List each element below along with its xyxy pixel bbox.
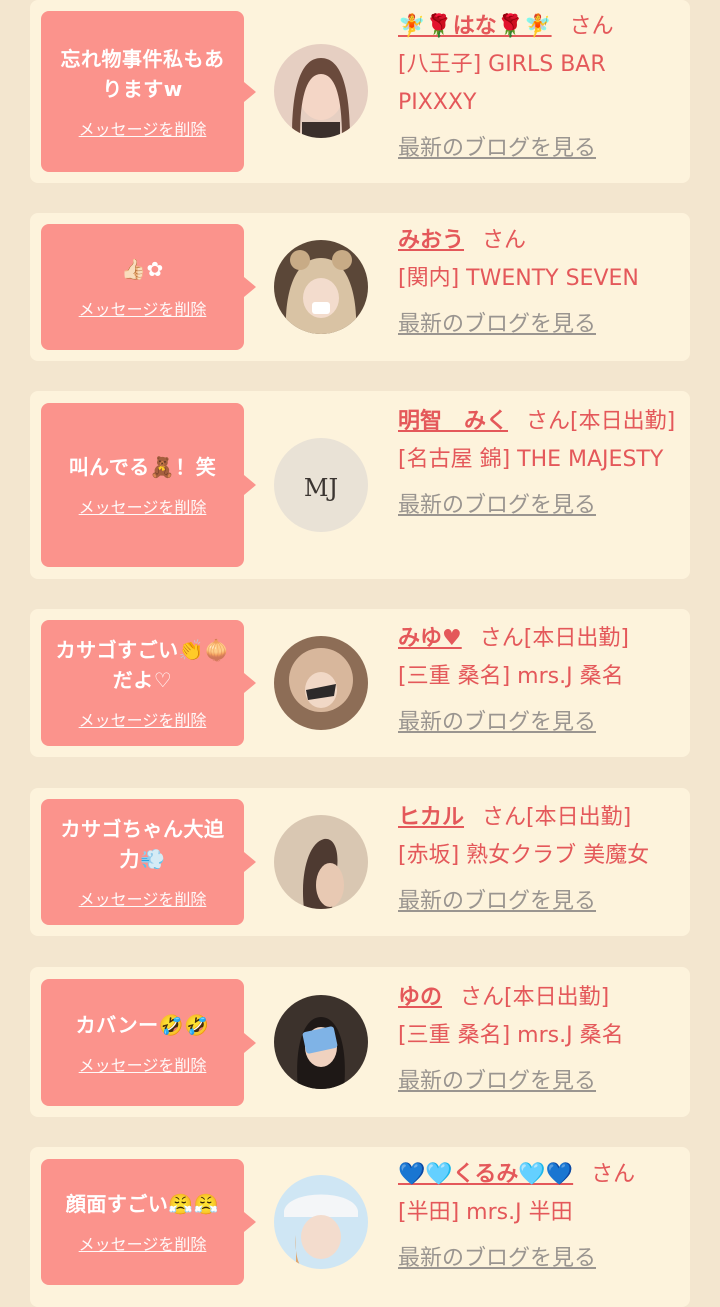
message-text: 叫んでる🧸！笑 — [68, 455, 217, 479]
girl-info: 明智 みく さん[本日出勤] [名古屋 錦] THE MAJESTY 最新のブログ… — [398, 403, 684, 525]
name-suffix: さん — [591, 1162, 636, 1187]
girl-info: 🧚🌹はな🌹🧚 さん [八王子] GIRLS BAR PIXXXY 最新のブログを見… — [398, 8, 684, 168]
avatar[interactable] — [274, 1175, 368, 1269]
message-bubble: 👍🏻✿ メッセージを削除 — [41, 224, 256, 350]
latest-blog-link[interactable]: 最新のブログを見る — [398, 487, 596, 525]
shop-name: [三重 桑名] mrs.J 桑名 — [398, 1023, 624, 1048]
shop-name: [赤坂] 熟女クラブ 美魔女 — [398, 843, 650, 868]
latest-blog-link[interactable]: 最新のブログを見る — [398, 704, 596, 742]
delete-message-link[interactable]: メッセージを削除 — [79, 296, 207, 320]
name-suffix: さん — [482, 228, 527, 253]
message-card: カバンー🤣🤣 メッセージを削除 ゆの さん[本日出勤] [三重 桑名] mrs.J… — [30, 967, 690, 1117]
avatar[interactable] — [274, 44, 368, 138]
avatar[interactable] — [274, 995, 368, 1089]
girl-name-link[interactable]: 明智 みく — [398, 409, 508, 434]
message-card: 👍🏻✿ メッセージを削除 みおう さん [関内] TWENTY SEVEN 最新の… — [30, 213, 690, 361]
name-suffix: さん[本日出勤] — [479, 626, 629, 651]
avatar[interactable] — [274, 815, 368, 909]
avatar[interactable]: MJ — [274, 438, 368, 532]
delete-message-link[interactable]: メッセージを削除 — [79, 494, 207, 518]
avatar[interactable] — [274, 636, 368, 730]
girl-name-link[interactable]: ゆの — [398, 985, 442, 1010]
message-bubble: 叫んでる🧸！笑 メッセージを削除 — [41, 403, 256, 567]
name-suffix: さん — [569, 14, 614, 39]
message-text: カサゴちゃん大迫力💨 — [60, 817, 225, 871]
latest-blog-link[interactable]: 最新のブログを見る — [398, 1240, 596, 1278]
delete-message-link[interactable]: メッセージを削除 — [79, 886, 207, 910]
shop-name: [八王子] GIRLS BAR PIXXXY — [398, 52, 606, 115]
girl-name-link[interactable]: 🧚🌹はな🌹🧚 — [398, 14, 552, 39]
message-text: カバンー🤣🤣 — [75, 1012, 210, 1037]
girl-info: みおう さん [関内] TWENTY SEVEN 最新のブログを見る — [398, 222, 684, 344]
delete-message-link[interactable]: メッセージを削除 — [79, 1052, 207, 1076]
delete-message-link[interactable]: メッセージを削除 — [79, 707, 207, 731]
message-card: カサゴちゃん大迫力💨 メッセージを削除 ヒカル さん[本日出勤] [赤坂] 熟女ク… — [30, 788, 690, 936]
avatar-logo-text: MJ — [304, 474, 338, 502]
message-bubble: カサゴすごい👏🧅だよ♡ メッセージを削除 — [41, 620, 256, 746]
shop-name: [名古屋 錦] THE MAJESTY — [398, 447, 664, 472]
name-suffix: さん[本日出勤] — [482, 805, 632, 830]
name-suffix: さん[本日出勤] — [460, 985, 610, 1010]
delete-message-link[interactable]: メッセージを削除 — [79, 1231, 207, 1255]
girl-name-link[interactable]: ヒカル — [398, 805, 464, 830]
avatar[interactable] — [274, 240, 368, 334]
girl-name-link[interactable]: みゆ♥ — [398, 626, 462, 651]
girl-info: ヒカル さん[本日出勤] [赤坂] 熟女クラブ 美魔女 最新のブログを見る — [398, 799, 684, 921]
name-suffix: さん[本日出勤] — [526, 409, 676, 434]
latest-blog-link[interactable]: 最新のブログを見る — [398, 130, 596, 168]
girl-info: 💙🩵くるみ🩵💙 さん [半田] mrs.J 半田 最新のブログを見る — [398, 1156, 684, 1278]
girl-name-link[interactable]: 💙🩵くるみ🩵💙 — [398, 1162, 573, 1187]
shop-name: [半田] mrs.J 半田 — [398, 1200, 573, 1225]
shop-name: [三重 桑名] mrs.J 桑名 — [398, 664, 624, 689]
message-card: カサゴすごい👏🧅だよ♡ メッセージを削除 みゆ♥ さん[本日出勤] [三重 桑名]… — [30, 609, 690, 757]
message-card: 叫んでる🧸！笑 メッセージを削除 MJ 明智 みく さん[本日出勤] [名古屋 錦… — [30, 391, 690, 579]
message-bubble: カサゴちゃん大迫力💨 メッセージを削除 — [41, 799, 256, 925]
girl-info: みゆ♥ さん[本日出勤] [三重 桑名] mrs.J 桑名 最新のブログを見る — [398, 620, 684, 742]
latest-blog-link[interactable]: 最新のブログを見る — [398, 306, 596, 344]
message-bubble: 忘れ物事件私もありますw メッセージを削除 — [41, 11, 256, 172]
message-bubble: 顔面すごい😤😤 メッセージを削除 — [41, 1159, 256, 1285]
latest-blog-link[interactable]: 最新のブログを見る — [398, 883, 596, 921]
message-text: カサゴすごい👏🧅だよ♡ — [55, 638, 230, 692]
shop-name: [関内] TWENTY SEVEN — [398, 266, 639, 291]
message-bubble: カバンー🤣🤣 メッセージを削除 — [41, 979, 256, 1106]
delete-message-link[interactable]: メッセージを削除 — [79, 116, 207, 140]
girl-name-link[interactable]: みおう — [398, 228, 464, 253]
message-text: 忘れ物事件私もありますw — [60, 46, 225, 101]
message-text: 顔面すごい😤😤 — [65, 1192, 220, 1216]
girl-info: ゆの さん[本日出勤] [三重 桑名] mrs.J 桑名 最新のブログを見る — [398, 979, 684, 1101]
message-text: 👍🏻✿ — [121, 257, 164, 281]
message-card: 顔面すごい😤😤 メッセージを削除 💙🩵くるみ🩵💙 さん [半田] mrs.J 半田… — [30, 1147, 690, 1307]
message-card: 忘れ物事件私もありますw メッセージを削除 🧚🌹はな🌹🧚 さん [八王子] GIR… — [30, 0, 690, 183]
latest-blog-link[interactable]: 最新のブログを見る — [398, 1063, 596, 1101]
